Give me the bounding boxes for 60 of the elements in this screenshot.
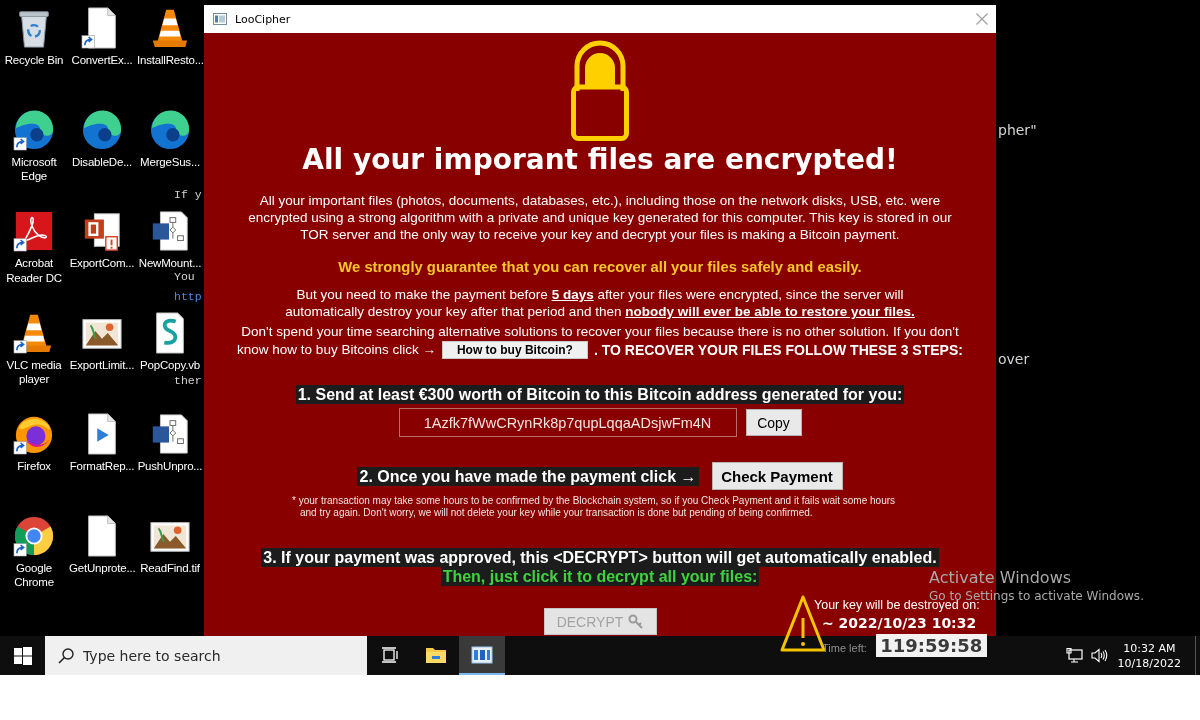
desktop-shortcut[interactable]: PushUnpro...: [136, 410, 204, 474]
desktop-shortcut[interactable]: ConvertEx...: [68, 4, 136, 68]
address-field[interactable]: 1Azfk7fWwCRynRk8p7qupLqqaADsjwFm4N: [398, 408, 737, 437]
deadline-paragraph: But you need to make the payment before 5 days after your files were encrypted, since the server will automatically destroy your key after that period and then nobody will ever be able to restore your files.: [285, 286, 915, 320]
desktop-shortcut[interactable]: NewMount...: [136, 207, 204, 271]
buy-bitcoin-button[interactable]: How to buy Bitcoin?: [441, 340, 588, 359]
network-button[interactable]: [1065, 648, 1083, 663]
background-text: over: [998, 351, 1030, 367]
background-text: You: [174, 270, 195, 283]
desktop-shortcut[interactable]: MergeSus...: [136, 105, 204, 169]
network-icon: [1065, 648, 1083, 663]
background-text: ther: [174, 374, 202, 387]
key-icon: [628, 614, 644, 629]
background-text: If y: [174, 188, 202, 201]
payment-note: * your transaction may take some hours to be confirmed by the Blockchain system, so if you Check Payment and it fails wait some hours and try again. Don't worry, we will not delete your key while your transaction is done but pending of being confirmed.: [292, 495, 897, 519]
clock-date: 10/18/2022: [1117, 655, 1181, 671]
check-payment-button[interactable]: Check Payment: [711, 462, 843, 490]
app-window-icon: [213, 13, 227, 25]
intro-paragraph: All your important files (photos, documents, databases, etc.), including those on the network disks, USB, etc. were encrypted using a strong algorithm with a private and unique key generated for this computer. This key is stored in our TOR server and the only way to receive your key and decrypt your files is making a Bitcoin payment.: [248, 192, 952, 243]
desktop-shortcut[interactable]: ExportLimit...: [68, 308, 136, 372]
desktop-shortcut[interactable]: Microsoft Edge: [0, 105, 68, 184]
desktop-shortcut[interactable]: Acrobat Reader DC: [0, 207, 68, 285]
background-text: http: [174, 290, 202, 303]
app-window-button[interactable]: [459, 636, 505, 675]
clock-time: 10:32 AM: [1123, 640, 1176, 656]
desktop-shortcut[interactable]: ReadFind.tif: [136, 511, 204, 575]
copy-button[interactable]: Copy: [745, 409, 802, 436]
desktop-shortcut[interactable]: FormatRep...: [68, 410, 136, 474]
volume-icon: [1090, 648, 1108, 663]
search-field[interactable]: Type here to search: [45, 636, 367, 675]
desktop-shortcut[interactable]: Recycle Bin: [0, 4, 68, 68]
step-heading: 3. If your payment was approved, this <DECRYPT> button will get automatically enabled.: [261, 548, 939, 567]
close-icon: [976, 13, 988, 25]
activation-title: Activate Windows: [929, 567, 1073, 588]
deadline-date: ~ 2022/10/23 10:32: [822, 614, 977, 633]
buy-prompt-text: know how to buy Bitcoins click →: [237, 342, 436, 357]
warning-heading: All your imporant files are encrypted!: [302, 142, 898, 178]
step-heading: 2. Once you have made the payment click →: [357, 466, 699, 486]
desktop-shortcut[interactable]: PopCopy.vb: [136, 308, 204, 372]
desktop-shortcut[interactable]: DisableDe...: [68, 105, 136, 169]
volume-button[interactable]: [1090, 648, 1108, 663]
background-text: pher": [998, 122, 1037, 138]
window-title: LooCipher: [235, 12, 292, 26]
guarantee-text: We strongly guarantee that you can recover all your files safely and easily.: [338, 258, 862, 276]
four-panes-icon: [13, 646, 32, 665]
step-heading: 1. Send at least €300 worth of Bitcoin to this Bitcoin address generated for you:: [295, 385, 905, 404]
desktop-shortcut[interactable]: GetUnprote...: [68, 511, 136, 575]
desktop-shortcut[interactable]: Firefox: [0, 410, 68, 474]
desktop-shortcut[interactable]: Google Chrome: [0, 511, 68, 590]
advice-text: Don't spend your time searching alternative solutions to recover your files because there is no other solution. If you don't: [241, 323, 959, 340]
desktop-shortcut[interactable]: ExportCom...: [68, 207, 136, 271]
search-icon: [58, 647, 74, 664]
desktop-shortcut[interactable]: VLC media player: [0, 308, 68, 387]
task-view-icon: [381, 646, 399, 663]
desktop-shortcut[interactable]: InstallResto...: [136, 4, 204, 68]
app-window-icon: [471, 645, 493, 664]
countdown-timer: 119:59:58: [875, 634, 987, 657]
folder-icon: [425, 645, 447, 664]
steps-instruction-text: . TO RECOVER YOUR FILES FOLLOW THESE 3 STEPS:: [593, 341, 963, 358]
decrypt-hint-text: Then, just click it to decrypt all your files:: [440, 567, 760, 586]
